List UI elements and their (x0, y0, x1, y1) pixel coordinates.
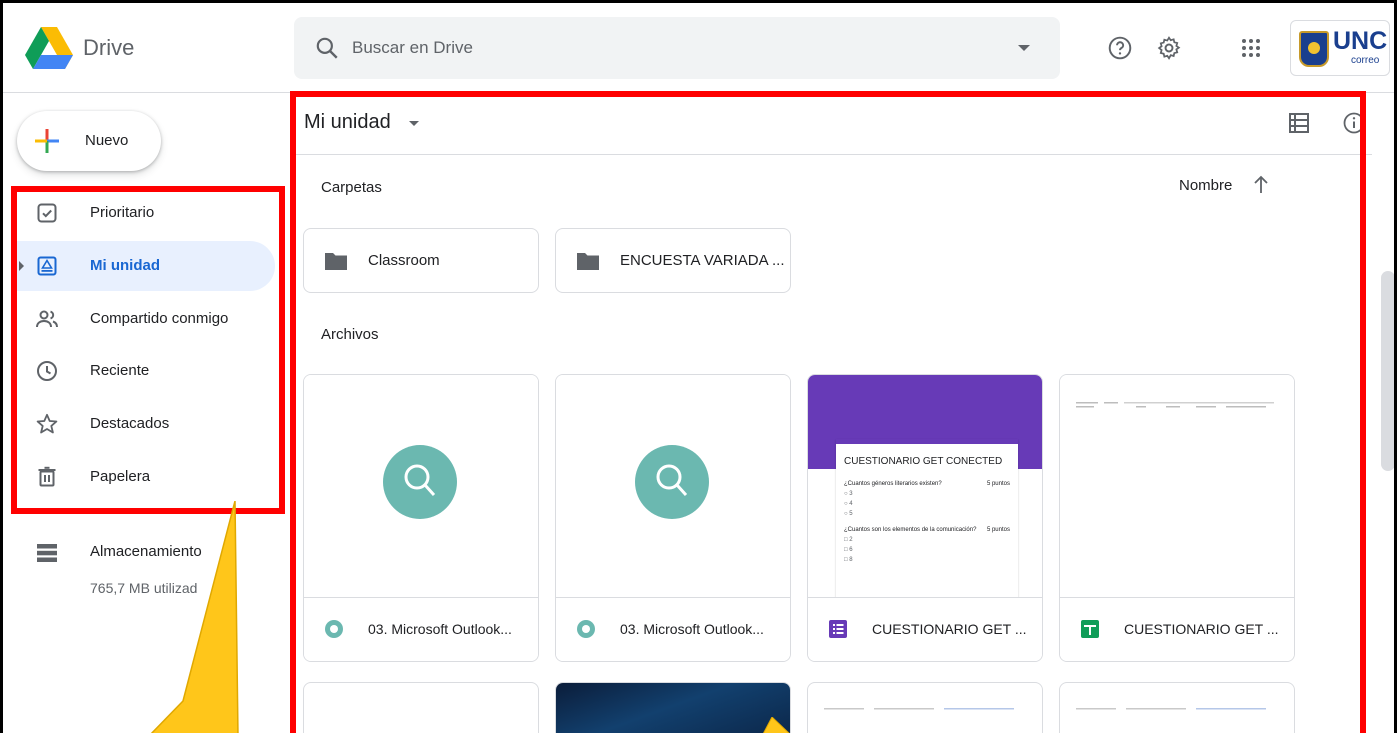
search-options-chevron-icon[interactable] (1018, 45, 1030, 51)
storage-icon[interactable] (35, 541, 59, 565)
callout-arrow (150, 501, 239, 733)
plus-icon (35, 129, 59, 153)
main-highlight-box (290, 91, 1366, 733)
account-org-name: UNC (1333, 27, 1388, 55)
apps-button[interactable] (1236, 33, 1266, 63)
search-icon[interactable] (314, 35, 340, 61)
account-org-subtitle: correo (1351, 55, 1380, 66)
search-bar (294, 17, 1060, 79)
unc-crest-icon (1299, 31, 1329, 67)
help-button[interactable] (1105, 33, 1135, 63)
gear-icon (1157, 36, 1181, 60)
drive-logo-icon[interactable] (25, 27, 73, 69)
top-app-bar: Drive Buscar en Drive UNC correo (3, 3, 1394, 93)
new-button[interactable]: Nuevo (17, 111, 161, 171)
sidebar-highlight-box (11, 186, 285, 514)
new-button-label: Nuevo (85, 132, 129, 149)
scrollbar-thumb[interactable] (1381, 271, 1394, 471)
brand-name[interactable]: Drive (83, 35, 134, 61)
account-button[interactable]: UNC correo (1290, 20, 1390, 76)
apps-grid-icon (1242, 39, 1260, 57)
settings-button[interactable] (1154, 33, 1184, 63)
help-icon (1108, 36, 1132, 60)
screenshot-frame: Drive Buscar en Drive UNC correo Nuevo P… (0, 0, 1397, 733)
search-input[interactable] (352, 35, 952, 61)
